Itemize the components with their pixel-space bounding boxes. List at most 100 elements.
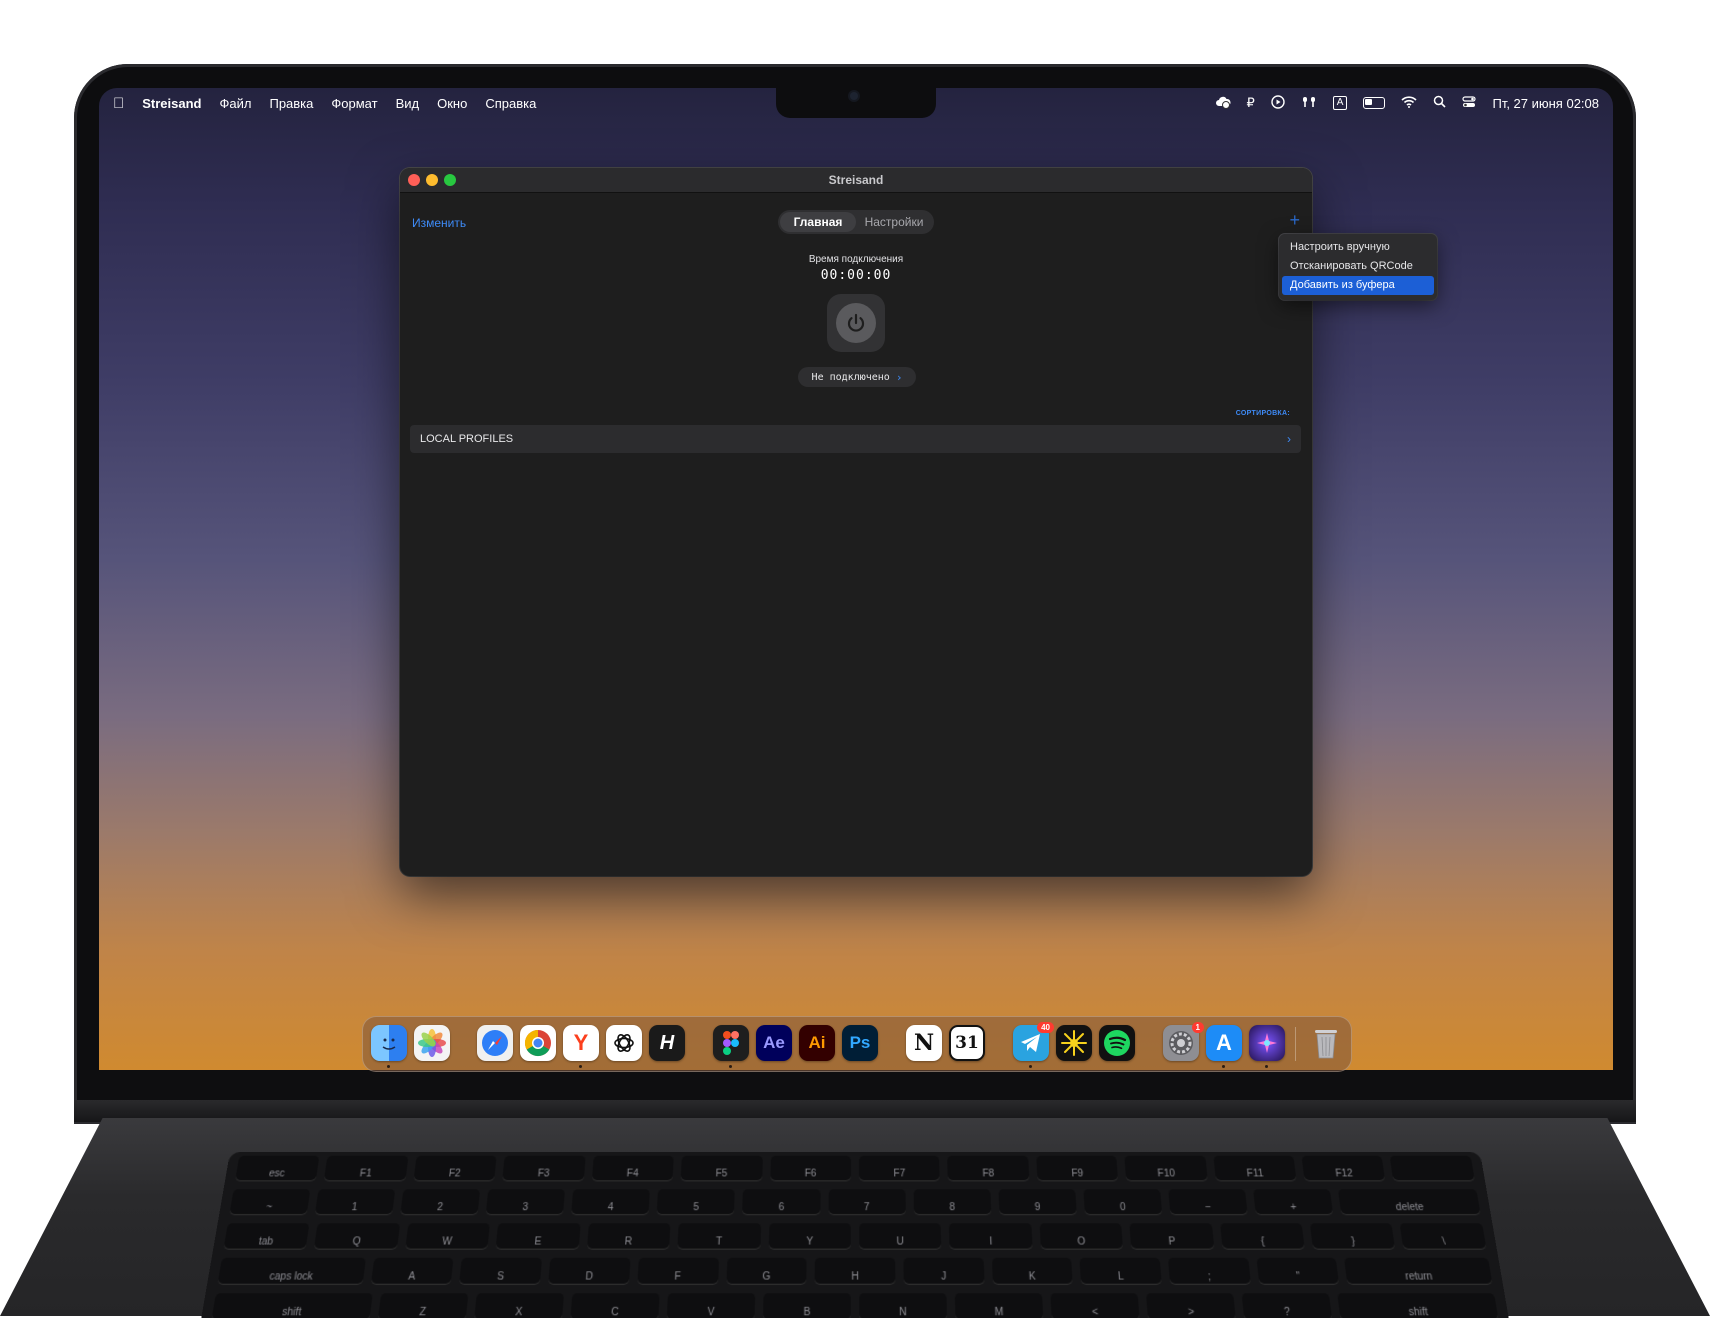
connection-status-text: Не подключено bbox=[812, 372, 890, 383]
connection-time-label: Время подключения bbox=[400, 254, 1312, 265]
connection-status-button[interactable]: Не подключено › bbox=[798, 367, 916, 387]
keyboard-key: F11 bbox=[1213, 1156, 1297, 1181]
photoshop-icon[interactable]: Ps bbox=[842, 1025, 878, 1061]
keyboard-key: F bbox=[637, 1258, 719, 1285]
keyboard-key: W bbox=[405, 1223, 490, 1249]
window-titlebar[interactable]: Streisand bbox=[400, 168, 1312, 193]
keyboard-row: tab Q W E R T Y U I O P{} \ bbox=[212, 1219, 1497, 1254]
keyboard-key: shift bbox=[211, 1293, 373, 1318]
menu-help[interactable]: Справка bbox=[485, 96, 536, 111]
dock-separator bbox=[1295, 1027, 1296, 1061]
keyboard-key: T bbox=[677, 1223, 760, 1249]
system-settings-icon[interactable]: 1 bbox=[1163, 1025, 1199, 1061]
keyboard-key: N bbox=[859, 1293, 947, 1318]
notion-icon[interactable]: N bbox=[906, 1025, 942, 1061]
zoom-window-button[interactable] bbox=[444, 174, 456, 186]
keyboard-key: F7 bbox=[859, 1156, 940, 1181]
menu-item-scan-qrcode[interactable]: Отсканировать QRCode bbox=[1282, 257, 1434, 276]
app-store-icon[interactable]: A bbox=[1206, 1025, 1242, 1061]
add-profile-menu: Настроить вручную Отсканировать QRCode Д… bbox=[1279, 234, 1437, 300]
tab-main[interactable]: Главная bbox=[780, 212, 856, 232]
keyboard-key: J bbox=[903, 1258, 984, 1285]
input-source-icon[interactable]: A bbox=[1333, 96, 1348, 110]
keyboard-key: Q bbox=[314, 1223, 400, 1249]
keyboard-key: F9 bbox=[1036, 1156, 1118, 1181]
chevron-right-icon: › bbox=[896, 371, 903, 384]
keyboard-key: F8 bbox=[947, 1156, 1029, 1181]
keyboard-key: F4 bbox=[592, 1156, 674, 1181]
close-window-button[interactable] bbox=[408, 174, 420, 186]
streisand-icon[interactable] bbox=[1249, 1025, 1285, 1061]
yandex-browser-icon[interactable]: Y bbox=[563, 1025, 599, 1061]
minimize-window-button[interactable] bbox=[426, 174, 438, 186]
safari-icon[interactable] bbox=[477, 1025, 513, 1061]
keyboard-key: shift bbox=[1337, 1293, 1499, 1318]
keyboard-key: tab bbox=[223, 1223, 310, 1249]
illustrator-icon[interactable]: Ai bbox=[799, 1025, 835, 1061]
running-indicator bbox=[1029, 1065, 1032, 1068]
keyboard-key: 0 bbox=[1083, 1189, 1162, 1215]
trash-icon[interactable] bbox=[1308, 1025, 1344, 1061]
menu-item-add-from-clipboard[interactable]: Добавить из буфера bbox=[1282, 276, 1434, 295]
apple-menu-icon[interactable]:  bbox=[113, 95, 124, 112]
running-indicator bbox=[579, 1065, 582, 1068]
keyboard-key: I bbox=[949, 1223, 1032, 1249]
menu-window[interactable]: Окно bbox=[437, 96, 467, 111]
keyboard-key: F12 bbox=[1302, 1156, 1386, 1181]
menubar-app-name[interactable]: Streisand bbox=[142, 96, 201, 111]
finder-icon[interactable] bbox=[371, 1025, 407, 1061]
hype-icon[interactable]: H bbox=[649, 1025, 685, 1061]
keyboard-key: B bbox=[763, 1293, 851, 1318]
keyboard-key: F10 bbox=[1125, 1156, 1208, 1181]
wifi-icon[interactable] bbox=[1401, 96, 1417, 111]
keyboard-key: 1 bbox=[315, 1189, 396, 1215]
keyboard-key: ? bbox=[1241, 1293, 1332, 1318]
running-indicator bbox=[1265, 1065, 1268, 1068]
keyboard-key: { bbox=[1220, 1223, 1305, 1249]
airpods-icon[interactable] bbox=[1301, 95, 1317, 112]
menu-view[interactable]: Вид bbox=[396, 96, 420, 111]
keyboard-row: shift Z X C V B N M < >? shift bbox=[201, 1289, 1509, 1318]
figma-icon[interactable] bbox=[713, 1025, 749, 1061]
local-profiles-row[interactable]: LOCAL PROFILES › bbox=[410, 425, 1301, 453]
add-profile-button[interactable]: + bbox=[1289, 210, 1300, 230]
battery-icon[interactable] bbox=[1363, 97, 1385, 109]
edit-button[interactable]: Изменить bbox=[412, 216, 466, 230]
keyboard-key: caps lock bbox=[217, 1258, 365, 1285]
sort-button[interactable]: СОРТИРОВКА: bbox=[1236, 410, 1290, 417]
keyboard-key: ; bbox=[1168, 1258, 1251, 1285]
keyboard-key: L bbox=[1080, 1258, 1162, 1285]
chatgpt-icon[interactable] bbox=[606, 1025, 642, 1061]
spotlight-search-icon[interactable] bbox=[1433, 95, 1446, 111]
notion-calendar-icon[interactable]: 31 bbox=[949, 1025, 985, 1061]
currency-icon[interactable]: ₽ bbox=[1247, 95, 1255, 111]
menubar-clock[interactable]: Пт, 27 июня 02:08 bbox=[1492, 96, 1599, 111]
keyboard-key: Z bbox=[378, 1293, 469, 1318]
keyboard-key bbox=[1390, 1156, 1475, 1181]
keyboard-key: 2 bbox=[400, 1189, 480, 1215]
photos-icon[interactable] bbox=[414, 1025, 450, 1061]
menu-edit[interactable]: Правка bbox=[269, 96, 313, 111]
tab-settings[interactable]: Настройки bbox=[856, 212, 932, 232]
keyboard-key: } bbox=[1310, 1223, 1396, 1249]
running-indicator bbox=[1222, 1065, 1225, 1068]
connection-timer: 00:00:00 bbox=[400, 268, 1312, 283]
connect-toggle-button[interactable] bbox=[827, 294, 885, 352]
keyboard-key: esc bbox=[235, 1156, 320, 1181]
menu-file[interactable]: Файл bbox=[220, 96, 252, 111]
spark-icon[interactable] bbox=[1056, 1025, 1092, 1061]
menu-format[interactable]: Формат bbox=[331, 96, 377, 111]
after-effects-icon[interactable]: Ae bbox=[756, 1025, 792, 1061]
keyboard-key: F1 bbox=[324, 1156, 408, 1181]
keyboard-key: 6 bbox=[743, 1189, 821, 1215]
system-settings-badge: 1 bbox=[1192, 1022, 1204, 1033]
keyboard-key: H bbox=[815, 1258, 896, 1285]
control-center-icon[interactable] bbox=[1462, 96, 1476, 111]
play-circle-icon[interactable] bbox=[1271, 95, 1285, 112]
menu-item-manual-setup[interactable]: Настроить вручную bbox=[1282, 238, 1434, 257]
telegram-icon[interactable]: 40 bbox=[1013, 1025, 1049, 1061]
chrome-icon[interactable] bbox=[520, 1025, 556, 1061]
spotify-icon[interactable] bbox=[1099, 1025, 1135, 1061]
cloud-status-icon[interactable] bbox=[1215, 95, 1231, 112]
keyboard-key: V bbox=[667, 1293, 756, 1318]
